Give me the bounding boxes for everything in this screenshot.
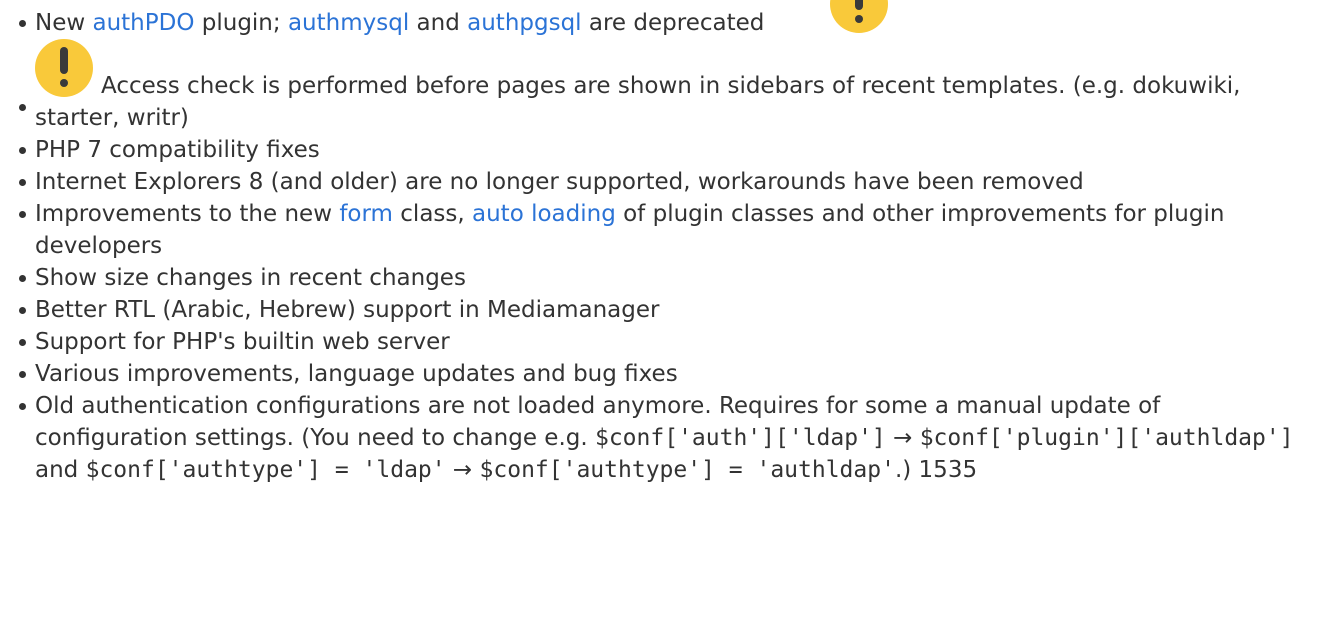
list-item-ie8: Internet Explorers 8 (and older) are no … bbox=[17, 166, 1317, 198]
code-snippet: $conf['auth']['ldap'] bbox=[594, 425, 886, 451]
form-link[interactable]: form bbox=[339, 201, 393, 227]
list-item-access-check: Access check is performed before pages a… bbox=[17, 39, 1317, 134]
list-item-php7: PHP 7 compatibility fixes bbox=[17, 134, 1317, 166]
code-snippet: $conf['plugin']['authldap'] bbox=[919, 425, 1294, 451]
code-snippet: $conf['authtype'] = 'ldap' bbox=[85, 457, 446, 483]
list-item-rtl: Better RTL (Arabic, Hebrew) support in M… bbox=[17, 294, 1317, 326]
warning-icon bbox=[35, 39, 93, 97]
list-item-authpdo: New authPDO plugin; authmysql and authpg… bbox=[17, 0, 1317, 39]
list-item-form: Improvements to the new form class, auto… bbox=[17, 198, 1317, 262]
authpgsql-link[interactable]: authpgsql bbox=[467, 10, 581, 36]
warning-icon bbox=[830, 0, 888, 33]
code-snippet: $conf['authtype'] = 'authldap' bbox=[479, 457, 895, 483]
authmysql-link[interactable]: authmysql bbox=[288, 10, 409, 36]
list-item-auth-config: Old authentication configurations are no… bbox=[17, 390, 1317, 486]
changelog-list: New authPDO plugin; authmysql and authpg… bbox=[17, 0, 1317, 486]
list-item-builtin-server: Support for PHP's builtin web server bbox=[17, 326, 1317, 358]
list-item-various: Various improvements, language updates a… bbox=[17, 358, 1317, 390]
authpdo-link[interactable]: authPDO bbox=[92, 10, 194, 36]
auto-loading-link[interactable]: auto loading bbox=[472, 201, 616, 227]
list-item-size-changes: Show size changes in recent changes bbox=[17, 262, 1317, 294]
